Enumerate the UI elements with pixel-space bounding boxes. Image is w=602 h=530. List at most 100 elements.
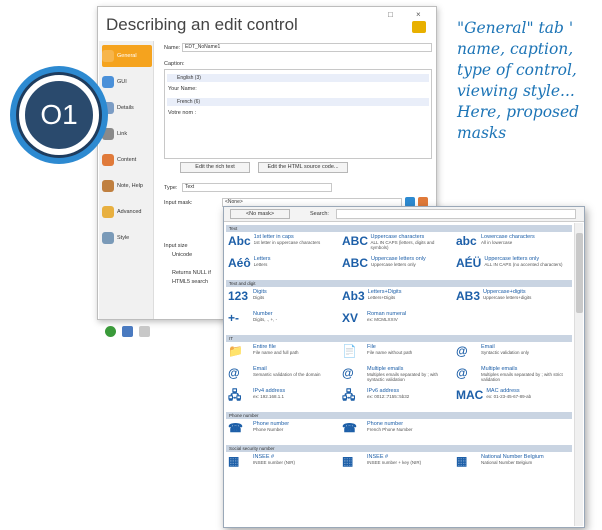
edit-rich-text-button[interactable]: Edit the rich text bbox=[180, 162, 250, 173]
mask-option-icon: @ bbox=[228, 366, 240, 380]
mask-option[interactable]: abc Lowercase characters All in lowercase bbox=[456, 234, 566, 256]
mask-option[interactable]: @ Email Semantic validation of the domain bbox=[228, 366, 338, 388]
mask-option-description: Digits, ., +, - bbox=[253, 317, 278, 322]
mask-option-icon: ▦ bbox=[228, 454, 240, 468]
caption-note: "General" tab ' name, caption, type of c… bbox=[457, 19, 580, 142]
mask-option[interactable]: ☎ Phone number Phone Number bbox=[228, 421, 338, 443]
sidebar-item-details[interactable]: Details bbox=[102, 97, 152, 119]
content-icon bbox=[102, 154, 114, 166]
mask-option-icon: ☎ bbox=[342, 421, 357, 435]
mask-option-icon: ABC bbox=[342, 234, 368, 248]
sidebar-item-label: Advanced bbox=[117, 209, 142, 215]
sidebar-item-label: General bbox=[117, 53, 137, 59]
mask-option-icon: Ab3 bbox=[342, 289, 365, 303]
mask-option-description: Digits bbox=[253, 295, 265, 300]
mask-option-description: File name and full path bbox=[253, 350, 299, 355]
mask-option[interactable]: ☎ Phone number French Phone Number bbox=[342, 421, 452, 443]
caption-lang-french[interactable]: French (6) bbox=[167, 98, 429, 106]
mask-option-icon: AÉÜ bbox=[456, 256, 482, 270]
advanced-icon bbox=[102, 206, 114, 218]
mask-option[interactable]: MAC MAC address ex: 01-23-45-67-89-ab bbox=[456, 388, 566, 410]
grid-icon[interactable] bbox=[139, 326, 150, 337]
scrollbar[interactable] bbox=[574, 223, 583, 526]
mask-option[interactable]: AB3 Uppercase+digits Uppercase letters+dig… bbox=[456, 289, 566, 311]
mask-option[interactable]: ABC Uppercase letters only Uppercase lette… bbox=[342, 256, 452, 278]
mask-option-description: INSEE number + key (NIR) bbox=[367, 460, 422, 465]
mask-option[interactable]: AÉÜ Uppercase letters only ALL IN CAPS (no… bbox=[456, 256, 566, 278]
input-size-label: Input size bbox=[164, 243, 188, 249]
caption-editor[interactable]: English (3) Your Name: French (6) Votre … bbox=[164, 69, 432, 159]
sidebar-item-link[interactable]: Link bbox=[102, 123, 152, 145]
sidebar-item-content[interactable]: Content bbox=[102, 149, 152, 171]
sidebar-item-label: Content bbox=[117, 157, 137, 163]
mask-option[interactable]: @ Email Syntactic validation only bbox=[456, 344, 566, 366]
unicode-checkbox[interactable]: Unicode bbox=[172, 252, 192, 258]
sidebar-item-general[interactable]: General bbox=[102, 45, 152, 67]
mask-option[interactable]: ▦ INSEE # INSEE number + key (NIR) bbox=[342, 454, 452, 476]
mask-option-description: Phone Number bbox=[253, 427, 284, 432]
scrollbar-thumb[interactable] bbox=[576, 233, 583, 313]
search-input[interactable] bbox=[336, 209, 576, 219]
caption-lang-english[interactable]: English (3) bbox=[167, 74, 429, 82]
mask-option-icon: AB3 bbox=[456, 289, 481, 303]
mask-option-icon: ☎ bbox=[228, 421, 243, 435]
restore-button[interactable]: □ bbox=[388, 10, 393, 19]
mask-option[interactable]: Ab3 Letters+Digits Letters+Digits bbox=[342, 289, 452, 311]
mask-option-icon: +- bbox=[228, 311, 240, 325]
mask-label: Input mask: bbox=[164, 200, 193, 206]
mask-option-icon: ABC bbox=[342, 256, 368, 270]
mask-option[interactable]: Aéô Letters Letters bbox=[228, 256, 338, 278]
mask-option[interactable]: +- Number Digits, ., +, - bbox=[228, 311, 338, 333]
mask-option[interactable]: Abc 1st letter in caps 1st letter in upper… bbox=[228, 234, 338, 256]
null-checkbox[interactable]: Returns NULL if bbox=[172, 270, 211, 276]
mask-option[interactable]: 🖧 IPv4 address ex: 192.168.1.1 bbox=[228, 388, 338, 410]
mask-option[interactable]: 📄 File File name without path bbox=[342, 344, 452, 366]
mask-option-icon: Aéô bbox=[228, 256, 251, 270]
help-icon[interactable] bbox=[105, 326, 116, 337]
mask-option-icon: 📄 bbox=[342, 344, 357, 358]
type-select[interactable]: Text bbox=[182, 183, 332, 192]
sidebar-item-style[interactable]: Style bbox=[102, 227, 152, 249]
sidebar-item-advanced[interactable]: Advanced bbox=[102, 201, 152, 223]
mask-option[interactable]: ▦ INSEE # INSEE number (NIR) bbox=[228, 454, 338, 476]
mask-section-header: Text and digit bbox=[226, 280, 572, 287]
mask-option-description: Syntactic validation only bbox=[481, 350, 530, 355]
style-icon bbox=[102, 232, 114, 244]
mask-option-icon: @ bbox=[342, 366, 354, 380]
mask-option-icon: 📁 bbox=[228, 344, 243, 358]
mask-section-header: IT bbox=[226, 335, 572, 342]
close-button[interactable]: × bbox=[416, 10, 421, 19]
mask-option[interactable]: ▦ National Number Belgium National Number … bbox=[456, 454, 566, 476]
mask-section-header: Text bbox=[226, 225, 572, 232]
mask-option[interactable]: 📁 Entire file File name and full path bbox=[228, 344, 338, 366]
help-icon bbox=[102, 180, 114, 192]
name-input[interactable]: EDT_NoName1 bbox=[182, 43, 432, 52]
sidebar-item-label: Style bbox=[117, 235, 130, 241]
mask-option-icon: 🖧 bbox=[342, 388, 356, 402]
sidebar-item-label: Link bbox=[117, 131, 128, 137]
edit-html-button[interactable]: Edit the HTML source code... bbox=[258, 162, 348, 173]
details-icon bbox=[102, 102, 114, 114]
sidebar-item-gui[interactable]: GUI bbox=[102, 71, 152, 93]
html5-checkbox[interactable]: HTML5 search bbox=[172, 279, 208, 285]
mask-option[interactable]: 🖧 IPv6 address ex: 0012::7155::5b32 bbox=[342, 388, 452, 410]
mask-option-description: ex: 0012::7155::5b32 bbox=[367, 394, 410, 399]
mask-option-description: ex: 01-23-45-67-89-ab bbox=[486, 394, 532, 399]
mask-option[interactable]: ABC Uppercase characters ALL IN CAPS (lett… bbox=[342, 234, 452, 256]
sidebar-item-help[interactable]: Note, Help bbox=[102, 175, 152, 197]
no-mask-button[interactable]: <No mask> bbox=[230, 209, 290, 219]
mask-option-description: Multiples emails separated by ; with str… bbox=[481, 372, 563, 382]
mask-option-icon: MAC bbox=[456, 388, 484, 402]
mask-option[interactable]: 123 Digits Digits bbox=[228, 289, 338, 311]
share-icon[interactable] bbox=[122, 326, 133, 337]
mask-option-description: ALL IN CAPS (no accented characters) bbox=[484, 262, 563, 267]
mask-option[interactable]: @ Multiple emails Multiples emails separat… bbox=[342, 366, 452, 388]
mask-option[interactable]: XV Roman numeral ex: MCMLXXIV bbox=[342, 311, 452, 333]
caption-english-text: Your Name: bbox=[168, 86, 197, 92]
mask-section-header: Social security number bbox=[226, 445, 572, 452]
mask-option[interactable]: @ Multiple emails Multiples emails separat… bbox=[456, 366, 566, 388]
sidebar-item-label: GUI bbox=[117, 79, 127, 85]
mask-section-header: Phone number bbox=[226, 412, 572, 419]
mask-option-icon: @ bbox=[456, 366, 468, 380]
mask-option-description: INSEE number (NIR) bbox=[253, 460, 296, 465]
